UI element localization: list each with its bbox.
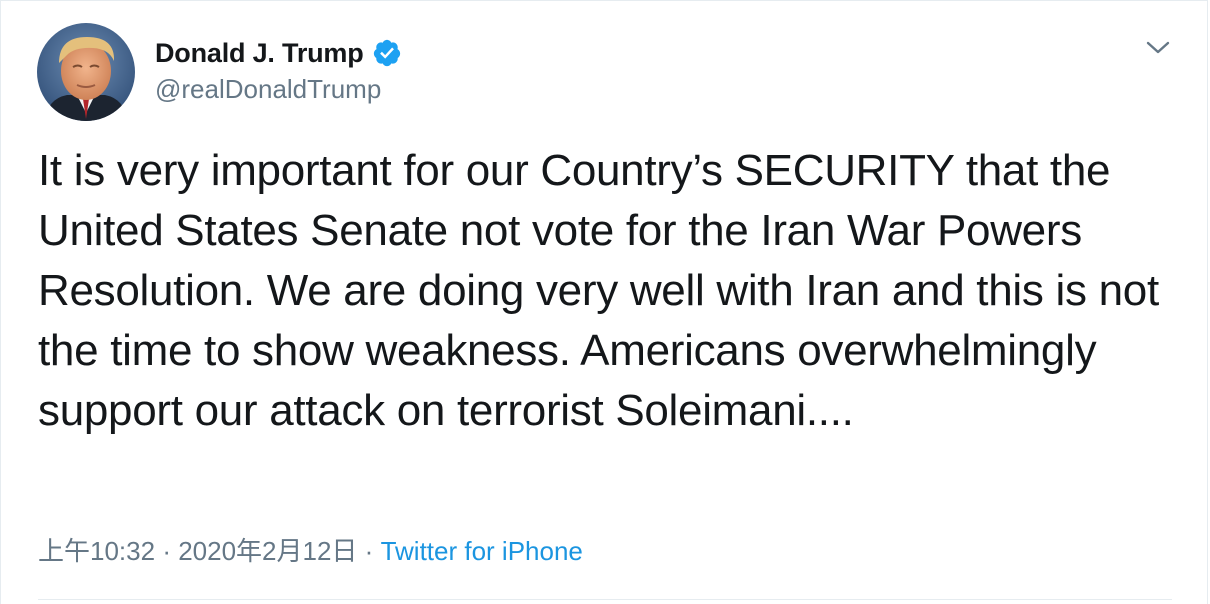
avatar[interactable] bbox=[37, 23, 135, 121]
tweet-time[interactable]: 上午10:32 bbox=[38, 536, 155, 566]
tweet-meta: 上午10:32 · 2020年2月12日 · Twitter for iPhon… bbox=[38, 531, 583, 568]
chevron-down-icon[interactable] bbox=[1141, 31, 1175, 65]
tweet-date[interactable]: 2020年2月12日 bbox=[178, 536, 357, 566]
avatar-image bbox=[37, 23, 135, 121]
meta-separator: · bbox=[162, 536, 179, 566]
tweet-source-link[interactable]: Twitter for iPhone bbox=[381, 536, 583, 566]
meta-separator: · bbox=[364, 536, 381, 566]
verified-badge-icon bbox=[373, 39, 400, 67]
author-name-row[interactable]: Donald J. Trump bbox=[155, 35, 402, 71]
tweet-card[interactable]: Donald J. Trump @realDonaldTrump It is v… bbox=[0, 0, 1208, 604]
divider bbox=[38, 599, 1172, 600]
display-name[interactable]: Donald J. Trump bbox=[155, 38, 364, 69]
handle[interactable]: @realDonaldTrump bbox=[155, 74, 381, 105]
tweet-text: It is very important for our Country’s S… bbox=[38, 146, 1159, 435]
